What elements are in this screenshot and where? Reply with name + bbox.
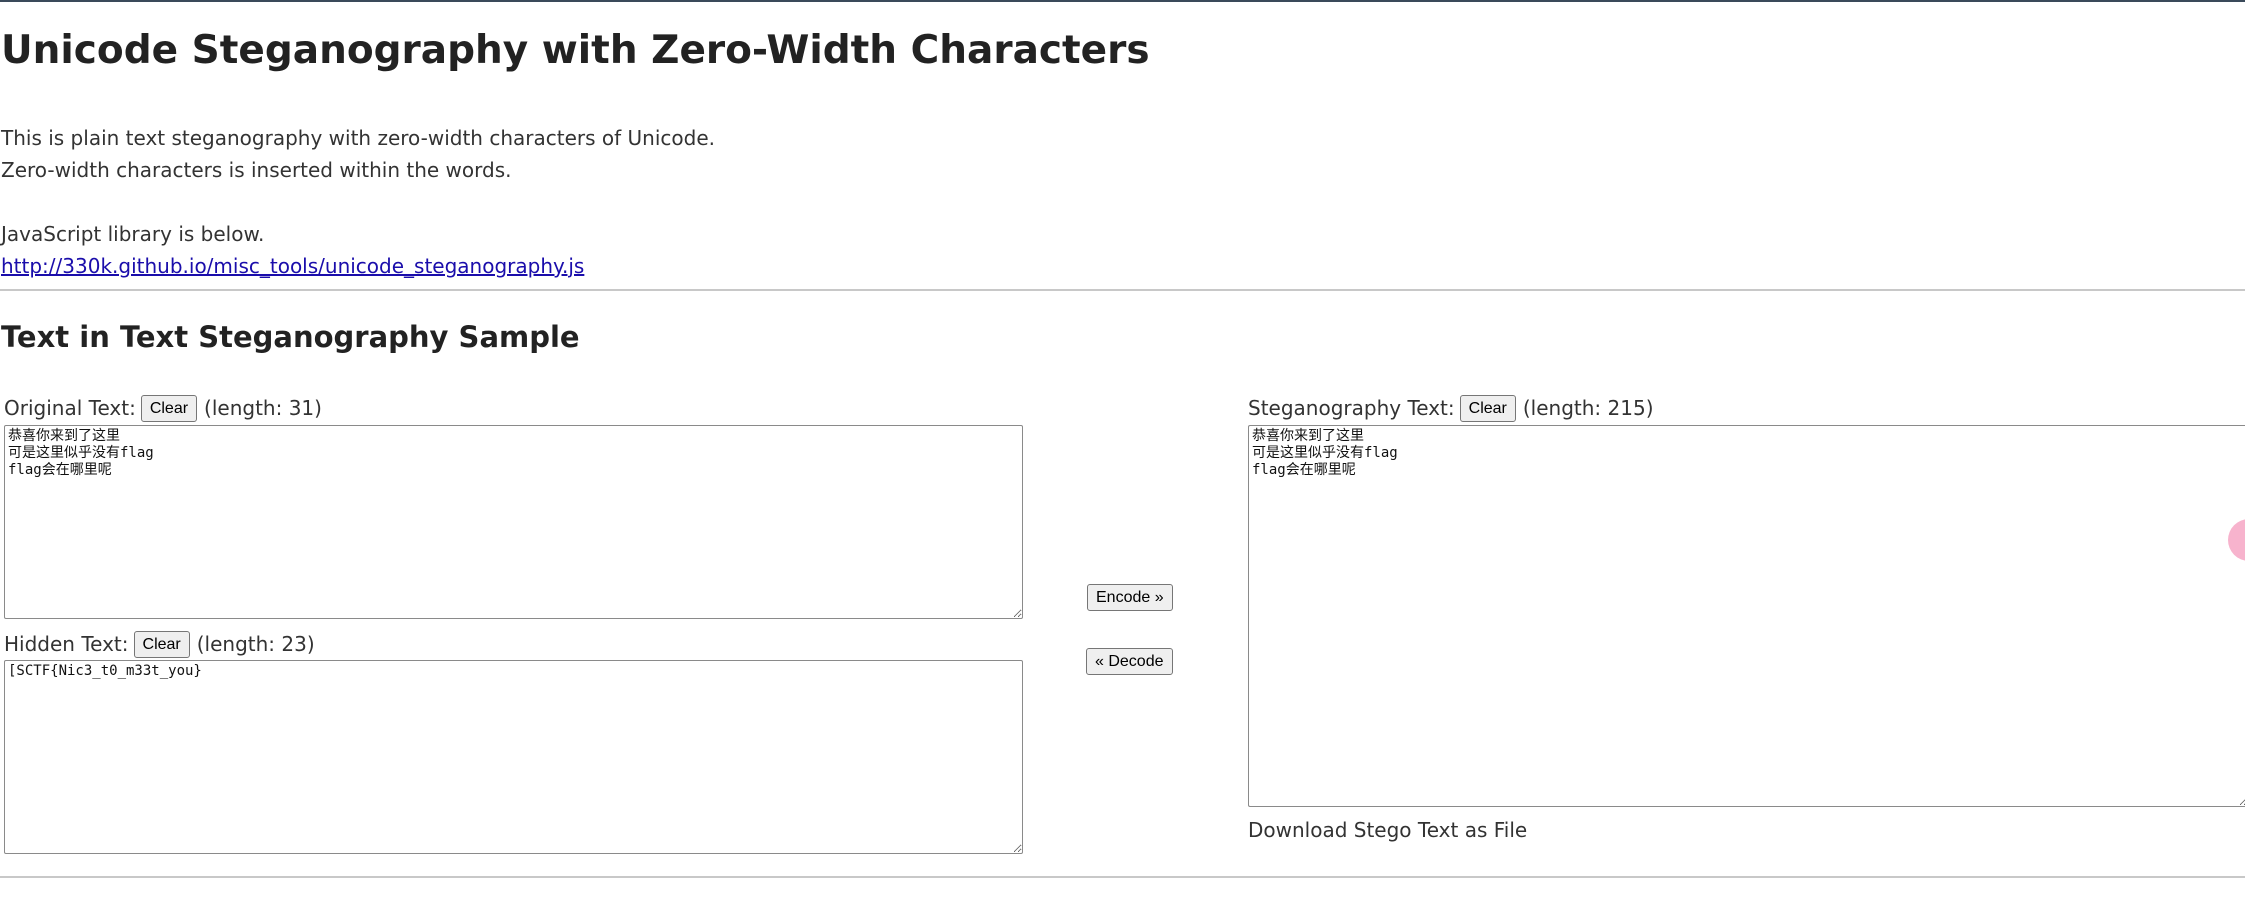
download-stego-link[interactable]: Download Stego Text as File [1248, 818, 1527, 842]
stego-text-input[interactable]: 恭喜你来到了这里 可是这里似乎没有flag flag会在哪里呢 [1248, 425, 2245, 807]
stego-clear-button[interactable]: Clear [1459, 394, 1516, 422]
original-text-input[interactable]: 恭喜你来到了这里 可是这里似乎没有flag flag会在哪里呢 [4, 425, 1023, 619]
original-text-header: Original Text: Clear (length: 31) [4, 393, 322, 423]
hidden-text-label: Hidden Text: [4, 632, 129, 656]
page-title: Unicode Steganography with Zero-Width Ch… [1, 28, 1150, 73]
hidden-clear-button[interactable]: Clear [133, 630, 190, 658]
stego-text-header: Steganography Text: Clear (length: 215) [1248, 393, 1654, 423]
divider-bottom [0, 876, 2245, 878]
decode-button[interactable]: « Decode [1086, 648, 1173, 675]
encode-button[interactable]: Encode » [1087, 584, 1173, 611]
intro-text: This is plain text steganography with ze… [1, 122, 715, 282]
original-text-label: Original Text: [4, 396, 136, 420]
original-clear-button[interactable]: Clear [140, 394, 198, 422]
hidden-text-input[interactable]: [SCTF{Nic3_t0_m33t_you} [4, 660, 1023, 854]
hidden-text-header: Hidden Text: Clear (length: 23) [4, 629, 315, 659]
intro-line-1: This is plain text steganography with ze… [1, 126, 715, 150]
stego-length: (length: 215) [1522, 396, 1654, 420]
top-border [0, 0, 2245, 2]
intro-spacer [1, 186, 715, 218]
divider-top [0, 289, 2245, 291]
library-link[interactable]: http://330k.github.io/misc_tools/unicode… [1, 254, 584, 278]
stego-text-label: Steganography Text: [1248, 396, 1455, 420]
original-length: (length: 31) [204, 396, 322, 420]
section-title: Text in Text Steganography Sample [1, 320, 580, 354]
library-link-row: http://330k.github.io/misc_tools/unicode… [1, 250, 715, 282]
hidden-length: (length: 23) [196, 632, 315, 656]
intro-line-2: Zero-width characters is inserted within… [1, 158, 512, 182]
intro-line-3: JavaScript library is below. [1, 222, 265, 246]
